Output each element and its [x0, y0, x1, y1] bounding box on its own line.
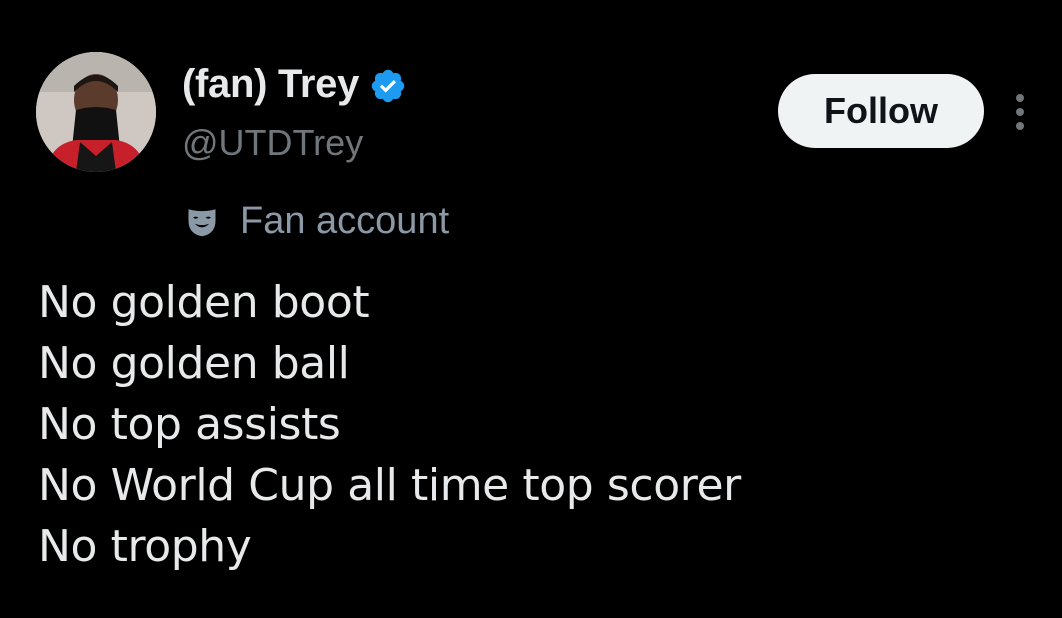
author-display-name[interactable]: (fan) Trey [182, 62, 359, 107]
fan-account-text: Fan account [240, 200, 450, 242]
tweet-text-line: No World Cup all time top scorer [38, 460, 741, 511]
tweet-card: (fan) Trey @UTDTrey Follow Fan account N… [0, 0, 1062, 618]
follow-button[interactable]: Follow [778, 74, 984, 148]
verified-badge-icon [371, 69, 405, 102]
tweet-text: No golden boot No golden ball No top ass… [38, 272, 1038, 577]
theater-mask-icon [188, 208, 216, 236]
more-vertical-icon[interactable] [1008, 92, 1032, 132]
tweet-text-line: No golden boot [38, 277, 370, 328]
tweet-text-line: No golden ball [38, 338, 350, 389]
tweet-text-line: No top assists [38, 399, 341, 450]
author-handle[interactable]: @UTDTrey [182, 122, 363, 164]
fan-account-label: Fan account [184, 200, 449, 243]
avatar[interactable] [36, 52, 156, 172]
tweet-text-line: No trophy [38, 521, 252, 572]
avatar-image [36, 52, 156, 172]
author-name-row[interactable]: (fan) Trey [182, 62, 407, 107]
